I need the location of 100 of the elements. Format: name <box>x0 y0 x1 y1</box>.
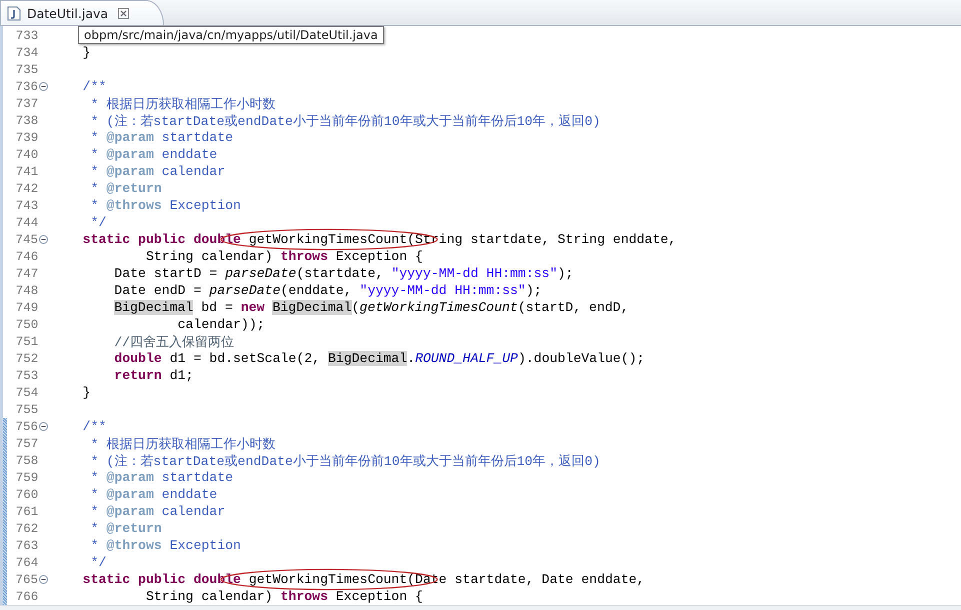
line-number: 755 <box>14 402 38 416</box>
line-number: 761 <box>14 504 38 518</box>
line-number: 754 <box>14 386 38 400</box>
fold-icon[interactable] <box>39 422 48 431</box>
code-text: ); <box>558 266 574 281</box>
string-literal: "yyyy-MM-dd HH:mm:ss" <box>360 283 526 298</box>
line-number: 756 <box>14 420 38 434</box>
line-number: 744 <box>14 216 38 230</box>
doc-comment: * <box>90 164 100 179</box>
code-text: bd = <box>200 300 234 315</box>
keyword: throws <box>280 249 328 264</box>
line-number: 757 <box>14 436 38 450</box>
line-number: 764 <box>14 556 38 570</box>
code-text: d1; <box>168 368 194 383</box>
line-number: 741 <box>14 164 38 178</box>
doc-comment: startdate <box>160 470 234 485</box>
doc-comment: */ <box>90 555 106 570</box>
doc-tag: @param <box>106 504 154 519</box>
doc-comment: * <box>90 521 100 536</box>
doc-comment: /** <box>82 419 106 434</box>
code-text: String calendar) <box>144 589 274 604</box>
line-comment: //四舍五入保留两位 <box>114 334 234 350</box>
line-number: 749 <box>14 300 38 314</box>
doc-comment: * 根据日历获取相隔工作小时数 <box>90 96 276 112</box>
code-text: ); <box>526 283 542 298</box>
doc-comment: calendar <box>160 504 226 519</box>
doc-comment: Exception <box>168 198 241 213</box>
line-number: 753 <box>14 368 38 382</box>
line-number: 737 <box>14 96 38 110</box>
java-file-icon <box>7 6 21 20</box>
doc-tag: @return <box>106 521 162 536</box>
doc-tag: @return <box>106 181 162 196</box>
doc-comment: calendar <box>160 164 226 179</box>
line-number: 738 <box>14 114 38 128</box>
method-call: parseDate <box>209 283 281 298</box>
doc-comment: Exception <box>168 538 241 553</box>
highlighted-occurrence: BigDecimal <box>114 300 194 315</box>
code-text: Date startD = <box>113 266 218 281</box>
line-number: 758 <box>14 454 38 468</box>
code-text: (startdate, <box>296 266 384 281</box>
method-call: getWorkingTimesCount <box>360 300 518 315</box>
line-number: 760 <box>14 488 38 502</box>
line-number: 766 <box>14 590 38 604</box>
line-number: 747 <box>14 266 38 280</box>
fold-icon[interactable] <box>39 575 48 584</box>
line-number: 745 <box>14 232 38 246</box>
fold-icon[interactable] <box>39 235 48 244</box>
doc-comment: * <box>90 130 100 145</box>
doc-comment: enddate <box>160 147 218 162</box>
doc-tag: @param <box>106 164 154 179</box>
line-number: 750 <box>14 318 38 332</box>
doc-comment: * <box>90 504 100 519</box>
editor-tab[interactable]: DateUtil.java <box>0 0 164 25</box>
doc-tag: @throws <box>106 198 162 213</box>
keyword: new <box>240 300 266 315</box>
fold-icon[interactable] <box>39 82 48 91</box>
line-number: 735 <box>14 62 38 76</box>
doc-comment: * <box>90 470 100 485</box>
line-number: 736 <box>14 80 38 94</box>
code-text: ).doubleValue(); <box>518 351 645 366</box>
string-literal: "yyyy-MM-dd HH:mm:ss" <box>391 266 558 281</box>
doc-comment: /** <box>82 79 106 94</box>
code-text: Exception { <box>334 249 423 264</box>
constant: ROUND_HALF_UP <box>415 351 518 366</box>
doc-comment: * (注：若startDate或endDate小于当前年份前10年或大于当前年份后10年，返回0) <box>90 114 600 128</box>
line-number: 759 <box>14 470 38 484</box>
highlighted-occurrence: BigDecimal <box>272 300 352 315</box>
keyword: double <box>113 351 162 366</box>
line-number: 743 <box>14 198 38 212</box>
code-text: ( <box>352 300 360 315</box>
code-text: String calendar) <box>144 249 274 264</box>
method-name: getWorkingTimesCount <box>248 572 408 587</box>
line-number: 742 <box>14 182 38 196</box>
keyword: throws <box>280 589 328 604</box>
line-number: 733 <box>14 28 38 42</box>
line-number: 739 <box>14 130 38 144</box>
doc-comment: * <box>90 181 100 196</box>
doc-tag: @param <box>106 130 154 145</box>
line-number: 740 <box>14 148 38 162</box>
doc-tag: @param <box>106 147 154 162</box>
code-text: d1 = bd.setScale(2, <box>168 351 322 366</box>
doc-comment: * 根据日历获取相隔工作小时数 <box>90 436 276 452</box>
file-path-tooltip: obpm/src/main/java/cn/myapps/util/DateUtil.java <box>78 26 384 44</box>
line-number: 765 <box>14 572 38 586</box>
code-text: Exception { <box>334 589 423 604</box>
line-number: 748 <box>14 284 38 298</box>
doc-comment: * <box>90 538 100 553</box>
line-number: 751 <box>14 334 38 348</box>
doc-comment: * <box>90 147 100 162</box>
doc-comment: * <box>90 198 100 213</box>
line-number: 762 <box>14 522 38 536</box>
doc-tag: @param <box>106 470 154 485</box>
line-number: 746 <box>14 250 38 264</box>
doc-comment: startdate <box>160 130 234 145</box>
close-icon[interactable] <box>118 8 130 18</box>
tab-label: DateUtil.java <box>27 6 108 20</box>
code-text: (enddate, <box>280 283 353 298</box>
doc-comment: * <box>90 487 100 502</box>
code-text: } <box>82 45 91 60</box>
code-text: } <box>82 385 91 400</box>
